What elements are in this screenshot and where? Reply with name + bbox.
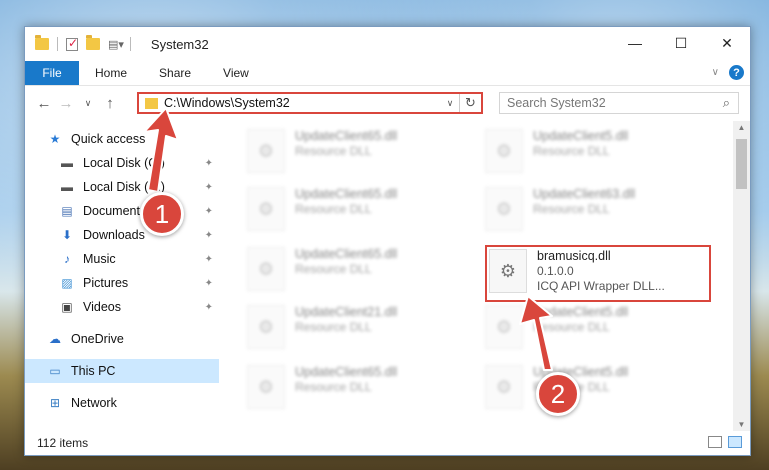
recent-locations-icon[interactable]: ∨	[77, 98, 99, 109]
chevron-down-icon[interactable]: ∨	[441, 98, 459, 109]
scroll-up-icon[interactable]: ▲	[733, 123, 750, 132]
maximize-button[interactable]: ☐	[658, 27, 704, 59]
list-item[interactable]: ⚙ UpdateClient5.dllResource DLL	[485, 305, 705, 357]
sidebar-item-music[interactable]: ♪ Music ✦	[25, 247, 219, 271]
close-button[interactable]: ✕	[704, 27, 750, 59]
list-item[interactable]: ⚙ UpdateClient21.dll Resource DLL	[247, 305, 467, 357]
vertical-scrollbar[interactable]: ▲ ▼	[733, 121, 750, 431]
help-icon[interactable]: ?	[729, 65, 744, 80]
pin-icon[interactable]: ✦	[205, 158, 213, 169]
scroll-thumb[interactable]	[736, 139, 747, 189]
address-path[interactable]: C:\Windows\System32	[164, 96, 441, 110]
sidebar-item-documents[interactable]: ▤ Documents ✦	[25, 199, 219, 223]
folder-icon	[145, 97, 158, 109]
list-item[interactable]: ⚙ UpdateClient5.dllResource DLL	[485, 365, 705, 417]
sidebar-item-network[interactable]: ⊞ Network	[25, 391, 219, 415]
properties-icon[interactable]	[66, 36, 78, 51]
sidebar-item-local-disk-c[interactable]: ▬ Local Disk (C:) ✦	[25, 151, 219, 175]
sidebar-item-this-pc[interactable]: ▭ This PC	[25, 359, 219, 383]
minimize-button[interactable]: —	[612, 27, 658, 59]
explorer-window: ▤▾ System32 — ☐ ✕ File Home Share View ∨…	[24, 26, 751, 456]
file-list: ⚙ UpdateClient65.dll Resource DLL ⚙ Updat…	[219, 121, 750, 431]
new-folder-icon[interactable]	[86, 35, 100, 50]
list-item[interactable]: ⚙ UpdateClient65.dll Resource DLL	[247, 365, 467, 417]
tab-share[interactable]: Share	[143, 61, 207, 85]
search-input[interactable]: Search System32 ⌕	[499, 92, 739, 114]
tab-view[interactable]: View	[207, 61, 265, 85]
sidebar-item-quick-access[interactable]: ★ Quick access	[25, 127, 219, 151]
title-bar: ▤▾ System32 — ☐ ✕	[25, 27, 750, 61]
cloud-icon: ☁	[49, 332, 61, 346]
dll-file-icon: ⚙	[485, 305, 523, 349]
address-row: ← → ∨ ↑ C:\Windows\System32 ∨ ↻ Search S…	[25, 85, 750, 121]
dll-file-icon: ⚙	[485, 365, 523, 409]
dll-file-icon: ⚙	[247, 305, 285, 349]
status-bar: 112 items	[25, 431, 750, 455]
step-badge-1: 1	[140, 192, 184, 236]
dll-file-icon: ⚙	[247, 129, 285, 173]
sidebar-item-videos[interactable]: ▣ Videos ✦	[25, 295, 219, 319]
back-icon[interactable]: ←	[33, 95, 55, 112]
details-view-icon[interactable]	[708, 436, 722, 448]
dll-file-icon: ⚙	[247, 187, 285, 231]
dll-file-icon: ⚙	[247, 365, 285, 409]
sidebar-item-downloads[interactable]: ⬇ Downloads ✦	[25, 223, 219, 247]
scroll-down-icon[interactable]: ▼	[733, 420, 750, 429]
drive-icon: ▬	[61, 156, 73, 170]
pin-icon[interactable]: ✦	[205, 302, 213, 313]
list-item[interactable]: ⚙ UpdateClient65.dll Resource DLL	[247, 187, 467, 239]
item-count: 112 items	[37, 436, 89, 450]
music-icon: ♪	[64, 252, 70, 266]
dll-file-icon: ⚙	[485, 187, 523, 231]
window-title: System32	[150, 36, 209, 52]
videos-icon: ▣	[61, 300, 73, 314]
list-item[interactable]: ⚙ UpdateClient5.dllResource DLL	[485, 129, 705, 181]
pin-icon[interactable]: ✦	[205, 206, 213, 217]
computer-icon: ▭	[49, 364, 61, 378]
up-icon[interactable]: ↑	[99, 95, 121, 112]
sidebar-item-onedrive[interactable]: ☁ OneDrive	[25, 327, 219, 351]
dll-file-icon: ⚙	[485, 129, 523, 173]
navigation-pane: ★ Quick access ▬ Local Disk (C:) ✦ ▬ Loc…	[25, 121, 219, 431]
pin-icon[interactable]: ✦	[205, 230, 213, 241]
network-icon: ⊞	[49, 396, 61, 410]
list-item[interactable]: ⚙ UpdateClient63.dll Resource DLL	[485, 187, 705, 239]
tab-file[interactable]: File	[25, 61, 79, 85]
star-icon: ★	[49, 132, 61, 146]
pin-icon[interactable]: ✦	[205, 254, 213, 265]
download-icon: ⬇	[61, 228, 73, 242]
sidebar-item-pictures[interactable]: ▨ Pictures ✦	[25, 271, 219, 295]
tab-home[interactable]: Home	[79, 61, 143, 85]
dll-file-icon: ⚙	[247, 247, 285, 291]
forward-icon[interactable]: →	[55, 95, 77, 112]
address-bar[interactable]: C:\Windows\System32 ∨ ↻	[137, 92, 483, 114]
sidebar-item-local-disk-d[interactable]: ▬ Local Disk (D:) ✦	[25, 175, 219, 199]
pin-icon[interactable]: ✦	[205, 278, 213, 289]
customize-toolbar-icon[interactable]: ▤▾	[108, 38, 124, 51]
documents-icon: ▤	[61, 204, 73, 218]
refresh-icon[interactable]: ↻	[459, 94, 481, 112]
folder-icon[interactable]	[35, 35, 49, 50]
search-placeholder: Search System32	[507, 96, 606, 110]
list-item[interactable]: ⚙ UpdateClient65.dll Resource DLL	[247, 247, 467, 299]
pictures-icon: ▨	[61, 276, 73, 290]
pin-icon[interactable]: ✦	[205, 182, 213, 193]
tiles-view-icon[interactable]	[728, 436, 742, 448]
step-badge-2: 2	[536, 372, 580, 416]
drive-icon: ▬	[61, 180, 73, 194]
search-icon[interactable]: ⌕	[723, 95, 730, 111]
highlight-box	[485, 245, 711, 302]
expand-ribbon-icon[interactable]: ∨	[712, 67, 719, 78]
list-item[interactable]: ⚙ UpdateClient65.dll Resource DLL	[247, 129, 467, 181]
ribbon: File Home Share View ∨ ?	[25, 61, 750, 85]
